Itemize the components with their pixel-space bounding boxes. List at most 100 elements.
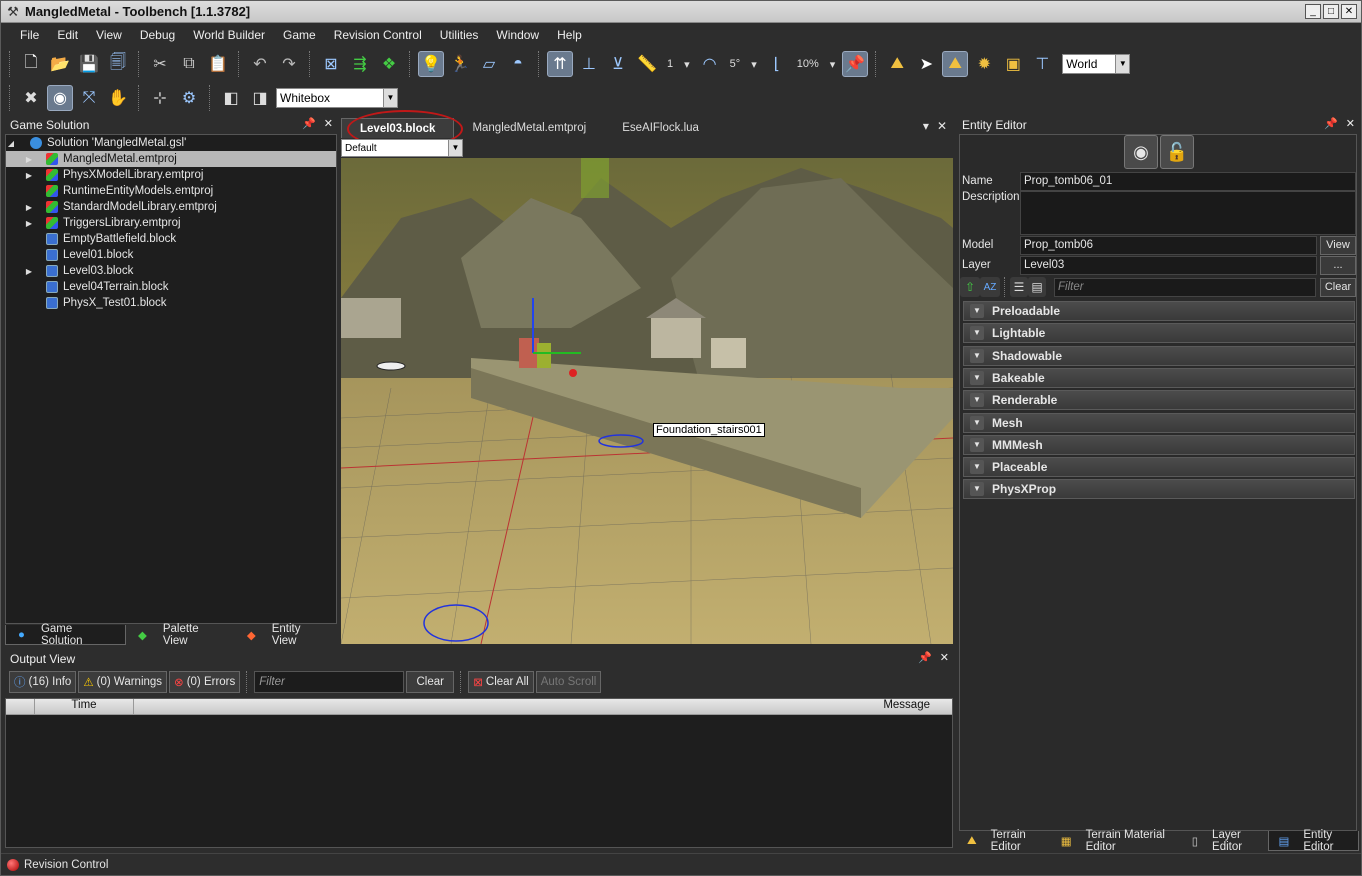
close-button[interactable]: ✕ [1341, 4, 1357, 19]
scale-snap[interactable]: 10% [793, 58, 823, 70]
menu-edit[interactable]: Edit [48, 28, 87, 42]
snap-up-icon[interactable]: ⇈ [547, 51, 573, 77]
property-category[interactable]: ▼ Shadowable [963, 345, 1355, 366]
pin-icon[interactable]: 📌 [1324, 117, 1338, 130]
copy-icon[interactable]: ⧉ [176, 51, 202, 77]
tab-game-solution[interactable]: ● Game Solution [5, 623, 126, 647]
protractor-icon[interactable]: ◠ [697, 51, 723, 77]
tab-mangledmetal-emtproj[interactable]: MangledMetal.emtproj [454, 118, 604, 138]
sort-alpha-icon[interactable]: AZ [980, 277, 1000, 297]
output-filter-input[interactable]: Filter [254, 671, 405, 693]
expand-icon[interactable]: ▶ [24, 155, 34, 164]
tree-item[interactable]: ▶ PhysXModelLibrary.emtproj [6, 167, 336, 183]
expand-icon[interactable]: ▶ [24, 219, 34, 228]
menu-help[interactable]: Help [548, 28, 591, 42]
chevron-down-icon[interactable]: ▼ [970, 304, 984, 318]
pages-icon[interactable]: ▤ [1028, 277, 1046, 297]
minimize-button[interactable]: _ [1305, 4, 1321, 19]
tab-entity-editor[interactable]: ▤ Entity Editor [1267, 829, 1359, 853]
redo-icon[interactable]: ↷ [276, 51, 302, 77]
pointer-icon[interactable]: ➤ [913, 51, 939, 77]
ruler-icon[interactable]: 📏 [634, 51, 660, 77]
property-category[interactable]: ▼ Placeable [963, 457, 1355, 478]
scale-icon[interactable]: ⌊ [764, 51, 790, 77]
maximize-button[interactable]: □ [1323, 4, 1339, 19]
chevron-down-icon[interactable]: ▼ [970, 415, 984, 430]
tree-item[interactable]: ▶ StandardModelLibrary.emtproj [6, 199, 336, 215]
tab-eseaiflock-lua[interactable]: EseAIFlock.lua [604, 118, 717, 138]
snap-count[interactable]: 1 [663, 58, 677, 70]
grid-plane-icon[interactable]: ▱ [476, 51, 502, 77]
chevron-down-icon[interactable]: ▼ [970, 370, 984, 385]
save-all-icon[interactable]: 🗐 [105, 51, 131, 77]
clear-all-button[interactable]: ⊠ Clear All [468, 671, 534, 693]
chevron-down-icon[interactable]: ▾ [680, 58, 694, 71]
tab-terrain-editor[interactable]: ⛰ Terrain Editor [957, 829, 1051, 853]
eye-icon[interactable]: ◉ [47, 85, 73, 111]
menu-game[interactable]: Game [274, 28, 325, 42]
group-icon[interactable]: ⚙ [176, 85, 202, 111]
close-icon[interactable]: ✕ [937, 119, 947, 133]
lock-icon[interactable]: 🔓 [1160, 135, 1194, 169]
warnings-filter-button[interactable]: ⚠ (0) Warnings [78, 671, 168, 693]
menu-world-builder[interactable]: World Builder [184, 28, 274, 42]
tree-item[interactable]: Level01.block [6, 247, 336, 263]
menu-window[interactable]: Window [487, 28, 548, 42]
tree-item[interactable]: EmptyBattlefield.block [6, 231, 336, 247]
property-category[interactable]: ▼ Preloadable [963, 301, 1355, 321]
deploy-icon[interactable]: ❖ [376, 51, 402, 77]
chevron-down-icon[interactable]: ▼ [970, 437, 984, 452]
chevron-down-icon[interactable]: ▼ [970, 460, 984, 475]
select-region-icon[interactable]: ⊹ [147, 85, 173, 111]
open-folder-icon[interactable]: 📂 [47, 51, 73, 77]
snap-axis-icon[interactable]: ⊥ [576, 51, 602, 77]
tree-item[interactable]: ▶ MangledMetal.emtproj [6, 151, 336, 167]
expand-icon[interactable]: ▶ [24, 171, 34, 180]
close-icon[interactable]: ✕ [324, 117, 333, 130]
new-file-icon[interactable]: 🗋 [18, 51, 44, 77]
collapse-icon[interactable]: ◢ [6, 139, 16, 148]
build-icon[interactable]: ⊠ [318, 51, 344, 77]
errors-filter-button[interactable]: ⊗ (0) Errors [169, 671, 241, 693]
tree-item[interactable]: RuntimeEntityModels.emtproj [6, 183, 336, 199]
close-icon[interactable]: ✕ [940, 651, 949, 664]
menu-file[interactable]: File [11, 28, 48, 42]
angle-snap[interactable]: 5° [726, 58, 745, 70]
stamp-icon[interactable]: ⊤ [1029, 51, 1055, 77]
message-column-header[interactable]: Message [883, 699, 930, 711]
model-field[interactable]: Prop_tomb06 [1020, 235, 1317, 255]
undo-icon[interactable]: ↶ [247, 51, 273, 77]
coord-space-select[interactable]: World ▼ [1062, 54, 1131, 74]
menu-view[interactable]: View [87, 28, 131, 42]
tree-item[interactable]: ▶ Level03.block [6, 263, 336, 279]
box-icon[interactable]: ▣ [1000, 51, 1026, 77]
runner-icon[interactable]: 🏃 [447, 51, 473, 77]
chevron-down-icon[interactable]: ▼ [970, 393, 984, 408]
visibility-eye-icon[interactable]: ◉ [1124, 135, 1158, 169]
dome-icon[interactable]: ◓ [505, 51, 531, 77]
paste-icon[interactable]: 📋 [205, 51, 231, 77]
info-filter-button[interactable]: ⓘ (16) Info [9, 671, 77, 693]
menu-revision-control[interactable]: Revision Control [325, 28, 431, 42]
cube-icon[interactable]: ◧ [218, 85, 244, 111]
tab-palette-view[interactable]: ◆ Palette View [126, 623, 235, 647]
menu-debug[interactable]: Debug [131, 28, 184, 42]
description-field[interactable] [1020, 191, 1356, 235]
chevron-down-icon[interactable]: ▾ [923, 119, 929, 133]
tree-root[interactable]: ◢ Solution 'MangledMetal.gsl' [6, 135, 336, 151]
clear-filter-button[interactable]: Clear [1320, 277, 1356, 297]
tree-item[interactable]: Level04Terrain.block [6, 279, 336, 295]
lightbulb-icon[interactable]: 💡 [418, 51, 444, 77]
view-model-button[interactable]: View [1320, 235, 1356, 255]
menu-utilities[interactable]: Utilities [431, 28, 488, 42]
cube-wire-icon[interactable]: ◨ [247, 85, 273, 111]
auto-scroll-button[interactable]: Auto Scroll [535, 671, 602, 693]
close-icon[interactable]: ✕ [1346, 117, 1355, 130]
sort-category-icon[interactable]: ⇧ [960, 277, 980, 297]
tab-terrain-material-editor[interactable]: ▦ Terrain Material Editor [1051, 829, 1182, 853]
browse-layer-button[interactable]: ... [1320, 255, 1356, 275]
pin-icon[interactable]: 📌 [918, 651, 932, 664]
hand-icon[interactable]: ✋ [105, 85, 131, 111]
expand-icon[interactable]: ▶ [24, 267, 34, 276]
cut-icon[interactable]: ✂ [147, 51, 173, 77]
